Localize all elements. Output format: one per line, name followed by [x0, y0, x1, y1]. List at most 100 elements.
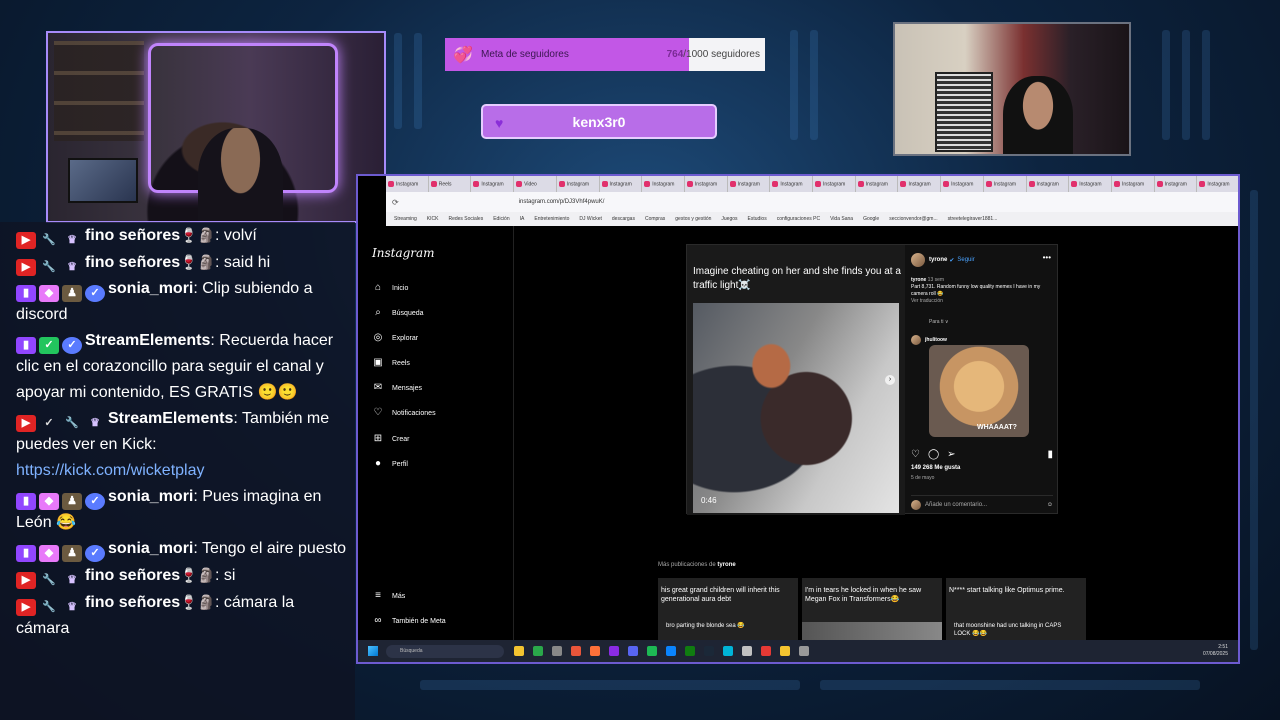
- browser-tab[interactable]: Instagram: [856, 176, 899, 192]
- comment-image[interactable]: WHAAAAT?: [929, 345, 1029, 437]
- browser-tab[interactable]: Instagram: [984, 176, 1027, 192]
- bookmark-item[interactable]: descargas: [612, 216, 635, 222]
- nav-item-inicio[interactable]: ⌂ Inicio: [372, 282, 408, 294]
- taskbar-clock[interactable]: 2:51 07/08/2025: [1203, 644, 1228, 658]
- browser-tab[interactable]: Instagram: [941, 176, 984, 192]
- post-thumbnail[interactable]: N**** start talking like Optimus prime. t…: [946, 578, 1086, 640]
- add-comment-field[interactable]: Añade un comentario... ☺: [911, 495, 1053, 510]
- xbox-icon[interactable]: [685, 646, 695, 656]
- post-thumbnail[interactable]: I'm in tears he locked in when he saw Me…: [802, 578, 942, 640]
- bookmark-item[interactable]: Google: [863, 216, 879, 222]
- browser-tab[interactable]: Instagram: [557, 176, 600, 192]
- chat-message: ▮ ◆ ♟ ✓ sonia_mori: Clip subiendo a discord: [16, 276, 349, 328]
- address-bar[interactable]: ⟳ instagram.com/p/DJ3Vhf4pwuK/: [386, 192, 1238, 212]
- bookmark-item[interactable]: Estudios: [748, 216, 767, 222]
- browser-tab[interactable]: Instagram: [898, 176, 942, 192]
- bookmark-item[interactable]: streetelegiraver1881...: [948, 216, 998, 222]
- browser-tab[interactable]: Instagram: [1069, 176, 1112, 192]
- browser-tab[interactable]: Instagram: [1027, 176, 1070, 192]
- emoji-icon[interactable]: ☺: [1047, 502, 1053, 508]
- browser-tab[interactable]: Instagram: [685, 176, 728, 192]
- chat-username: fino señores: [85, 254, 181, 271]
- browser-tab[interactable]: Instagram: [642, 176, 685, 192]
- nav-item-mensajes[interactable]: ✉ Mensajes: [372, 382, 422, 394]
- reply-avatar[interactable]: [911, 335, 921, 345]
- browser-tab[interactable]: Instagram: [813, 176, 856, 192]
- chevron-right-icon[interactable]: ›: [885, 375, 895, 385]
- twitch-icon[interactable]: [609, 646, 619, 656]
- browser-tab[interactable]: Instagram: [770, 176, 814, 192]
- figure-icon: ♟: [62, 545, 82, 562]
- follow-button[interactable]: Seguir: [957, 257, 974, 263]
- wrench-icon: 🔧: [42, 601, 56, 613]
- bookmark-item[interactable]: Compras: [645, 216, 665, 222]
- nav-item-crear[interactable]: ⊞ Crear: [372, 433, 410, 445]
- comment-icon[interactable]: ◯: [928, 449, 939, 460]
- bookmark-item[interactable]: gestos y gestión: [675, 216, 711, 222]
- bookmark-item[interactable]: IA: [520, 216, 525, 222]
- app-icon[interactable]: [723, 646, 733, 656]
- nav-item-explorar[interactable]: ◎ Explorar: [372, 332, 418, 344]
- post-video[interactable]: › 0:46: [693, 303, 899, 513]
- steam-icon[interactable]: [704, 646, 714, 656]
- browser-tab[interactable]: Video: [514, 176, 557, 192]
- nav-item-bottom[interactable]: ≡ Más: [372, 590, 405, 602]
- app-icon[interactable]: [780, 646, 790, 656]
- bookmark-icon[interactable]: ▮: [1047, 449, 1053, 460]
- url-text[interactable]: instagram.com/p/DJ3Vhf4pwuK/: [519, 199, 605, 205]
- nav-item-reels[interactable]: ▣ Reels: [372, 357, 410, 369]
- more-options-icon[interactable]: •••: [1043, 253, 1051, 262]
- bookmark-item[interactable]: Juegos: [721, 216, 737, 222]
- obs-icon[interactable]: [742, 646, 752, 656]
- bookmark-item[interactable]: Redes Sociales: [448, 216, 483, 222]
- gem-icon: ◆: [39, 493, 59, 510]
- browser-tab[interactable]: Instagram: [386, 176, 429, 192]
- author-name[interactable]: tyrone: [929, 257, 947, 263]
- bookmark-item[interactable]: configuraciones PC: [777, 216, 820, 222]
- app-icon[interactable]: [552, 646, 562, 656]
- browser-tab[interactable]: Instagram: [471, 176, 515, 192]
- bookmark-item[interactable]: Vida Sana: [830, 216, 853, 222]
- chrome-icon[interactable]: [533, 646, 543, 656]
- brave-icon[interactable]: [571, 646, 581, 656]
- bookmark-item[interactable]: seccionvendor@gm...: [889, 216, 937, 222]
- post-thumbnail[interactable]: his great grand children will inherit th…: [658, 578, 798, 640]
- post-author[interactable]: tyrone ✔ Seguir: [911, 253, 975, 267]
- settings-icon[interactable]: [799, 646, 809, 656]
- author-avatar[interactable]: [911, 253, 925, 267]
- bookmark-item[interactable]: KICK: [427, 216, 439, 222]
- bookmark-item[interactable]: Streaming: [394, 216, 417, 222]
- nav-item-bottom[interactable]: ∞ También de Meta: [372, 615, 445, 627]
- see-translation-link[interactable]: Ver traducción: [911, 298, 943, 304]
- chat-link[interactable]: https://kick.com/wicketplay: [16, 462, 205, 479]
- discord-icon[interactable]: [628, 646, 638, 656]
- firefox-icon[interactable]: [590, 646, 600, 656]
- browser-tab[interactable]: Instagram: [1112, 176, 1155, 192]
- instagram-favicon-icon: [516, 181, 523, 187]
- bookmark-item[interactable]: DJ Wicket: [579, 216, 602, 222]
- reload-icon[interactable]: ⟳: [392, 198, 399, 207]
- windows-start-icon[interactable]: [368, 646, 378, 656]
- share-icon[interactable]: ➢: [947, 449, 955, 460]
- instagram-logo[interactable]: Instagram: [372, 246, 435, 260]
- bookmark-item[interactable]: Entretenimiento: [534, 216, 569, 222]
- browser-tab[interactable]: Instagram: [728, 176, 771, 192]
- chat-username: sonia_mori: [108, 540, 194, 557]
- browser-tab[interactable]: Instagram: [600, 176, 643, 192]
- taskbar-search[interactable]: Búsqueda: [386, 644, 504, 658]
- nav-item-perfil[interactable]: ● Perfil: [372, 458, 408, 470]
- browser-tab[interactable]: Instagram: [1197, 176, 1238, 192]
- file-explorer-icon[interactable]: [514, 646, 524, 656]
- spotify-icon[interactable]: [647, 646, 657, 656]
- nav-item-notificaciones[interactable]: ♡ Notificaciones: [372, 407, 436, 419]
- browser-tab[interactable]: Reels: [429, 176, 472, 192]
- like-icon[interactable]: ♡: [911, 449, 920, 460]
- app-icon[interactable]: [666, 646, 676, 656]
- reply-author[interactable]: jhulitoow: [911, 335, 947, 345]
- bookmark-item[interactable]: Edición: [493, 216, 509, 222]
- nav-item-búsqueda[interactable]: ⌕ Búsqueda: [372, 307, 423, 319]
- browser-tab[interactable]: Instagram: [1155, 176, 1198, 192]
- for-you-toggle[interactable]: Para ti ∨: [929, 319, 949, 325]
- app-icon[interactable]: [761, 646, 771, 656]
- likes-count[interactable]: 149 268 Me gusta: [911, 465, 960, 471]
